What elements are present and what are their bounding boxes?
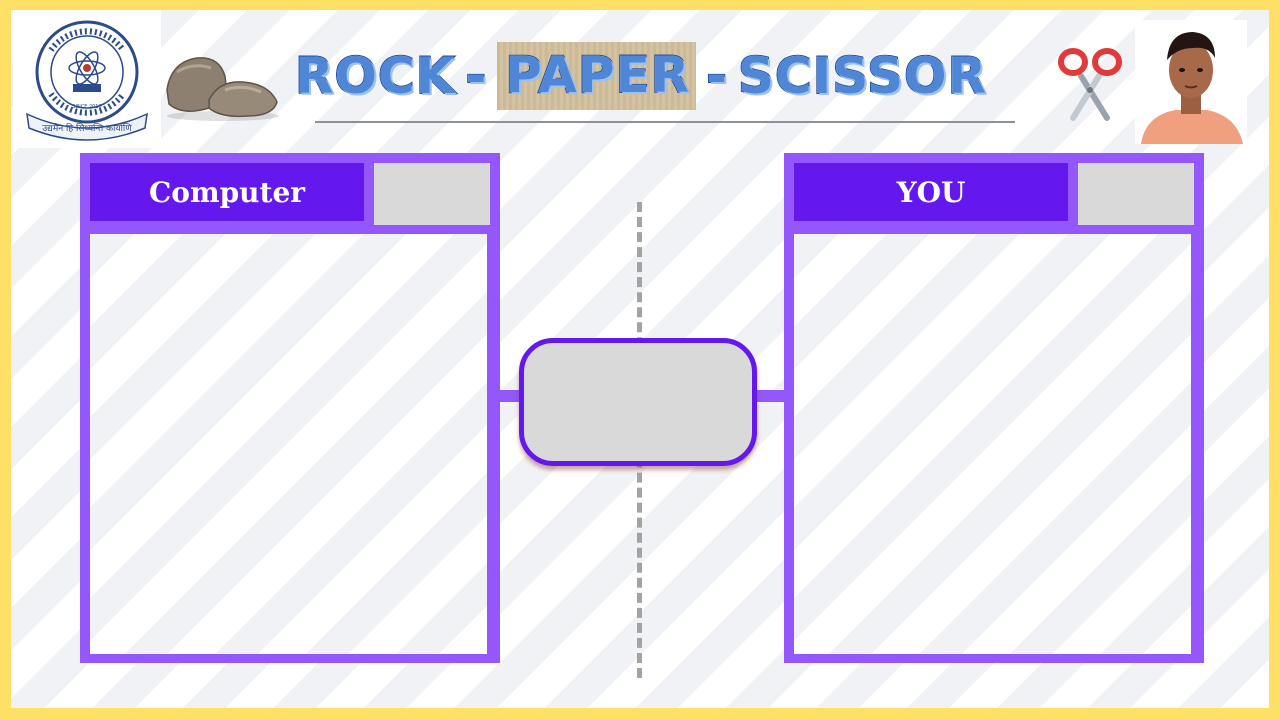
result-display	[519, 338, 757, 466]
logo-motto: उद्यमेन हि सिध्यन्ति कार्याणि	[42, 122, 132, 134]
computer-panel: Computer	[80, 153, 500, 663]
player-avatar	[1135, 20, 1247, 144]
title-scissor: SCISSOR	[737, 46, 988, 106]
header-divider-line	[315, 121, 1015, 123]
title-paper: PAPER	[497, 42, 697, 110]
computer-score-box	[374, 163, 490, 225]
right-connector	[753, 390, 784, 402]
computer-choice-area	[90, 234, 487, 654]
player-panel: YOU	[784, 153, 1204, 663]
rock-stones-icon	[163, 50, 281, 122]
institute-logo: उद्यमेन हि सिध्यन्ति कार्याणि SINCE 2018	[13, 10, 161, 148]
computer-label: Computer	[90, 163, 364, 221]
title-dash-1: -	[464, 46, 488, 106]
player-choice-area[interactable]	[794, 234, 1191, 654]
game-title: ROCK - PAPER - SCISSOR	[294, 36, 988, 116]
player-score-box	[1078, 163, 1194, 225]
title-rock: ROCK	[294, 46, 456, 106]
logo-est: SINCE 2018	[72, 104, 101, 110]
scissor-icon	[1055, 46, 1125, 122]
title-dash-2: -	[705, 46, 729, 106]
game-frame: उद्यमेन हि सिध्यन्ति कार्याणि SINCE 2018…	[0, 0, 1280, 720]
player-label: YOU	[794, 163, 1068, 221]
